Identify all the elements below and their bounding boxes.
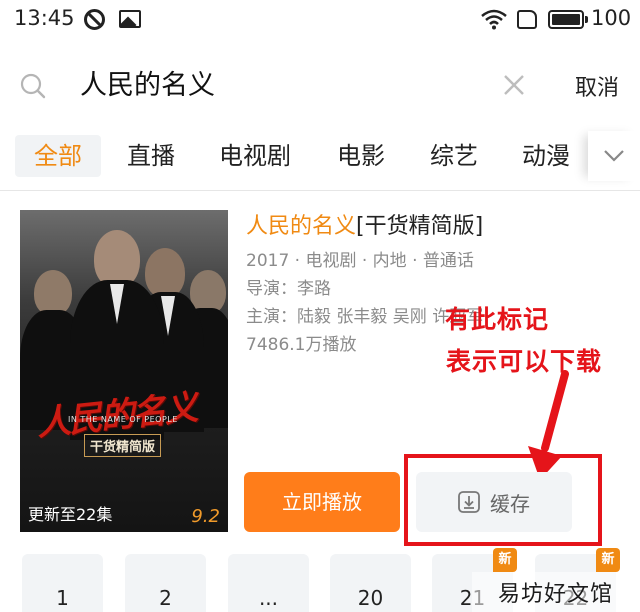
search-input[interactable]	[80, 67, 460, 98]
episode-button[interactable]: 2	[125, 554, 206, 612]
rating-score: 9.2	[191, 506, 220, 527]
search-icon	[20, 73, 46, 99]
episode-label: ...	[258, 586, 279, 610]
new-badge: 新	[596, 548, 620, 572]
sim-card-icon	[517, 10, 537, 29]
wifi-icon	[481, 9, 507, 30]
show-title[interactable]: 人民的名义	[246, 214, 356, 239]
episode-label: 2	[159, 586, 172, 610]
update-status: 更新至22集	[28, 505, 113, 524]
tab-anime[interactable]: 动漫	[522, 135, 570, 177]
poster-subtitle: 干货精简版	[84, 434, 162, 457]
divider	[0, 190, 640, 191]
tab-all[interactable]: 全部	[15, 135, 101, 177]
clear-search-icon[interactable]	[500, 71, 528, 99]
category-tabs: 全部 直播 电视剧 电影 综艺 动漫	[0, 125, 640, 185]
episode-more-button[interactable]: ...	[228, 554, 309, 612]
poster-image[interactable]: 人民的名义 IN THE NAME OF PEOPLE 干货精简版 更新至22集…	[20, 210, 228, 532]
search-bar: 取消	[0, 55, 640, 115]
annotation-line1: 有此标记	[445, 305, 550, 334]
battery-icon	[548, 10, 588, 29]
episode-label: 20	[357, 586, 384, 610]
chevron-down-icon	[604, 150, 624, 162]
image-notification-icon	[119, 10, 141, 28]
result-title[interactable]: 人民的名义[干货精简版]	[246, 208, 483, 240]
episode-label: 1	[56, 586, 69, 610]
episode-button[interactable]: 20	[330, 554, 411, 612]
director-info: 导演：李路	[246, 279, 331, 299]
meta-info: 2017 · 电视剧 · 内地 · 普通话	[246, 251, 474, 271]
expand-tabs-button[interactable]	[588, 131, 640, 181]
new-badge: 新	[493, 548, 517, 572]
play-now-button[interactable]: 立即播放	[244, 472, 400, 532]
do-not-disturb-icon	[84, 9, 105, 30]
version-tag: [干货精简版]	[356, 214, 484, 239]
episode-button[interactable]: 1	[22, 554, 103, 612]
poster-english-title: IN THE NAME OF PEOPLE	[68, 415, 178, 424]
annotation-highlight-box	[404, 454, 602, 546]
watermark-text: 易坊好文馆	[498, 582, 614, 607]
watermark: 易坊好文馆	[472, 572, 640, 612]
cancel-button[interactable]: 取消	[575, 70, 619, 102]
clock: 13:45	[14, 6, 75, 30]
battery-percent: 100	[591, 6, 632, 30]
tab-movie[interactable]: 电影	[337, 135, 385, 177]
tab-variety[interactable]: 综艺	[430, 135, 478, 177]
tab-live[interactable]: 直播	[127, 135, 175, 177]
tab-tv-series[interactable]: 电视剧	[219, 135, 291, 177]
play-count: 7486.1万播放	[246, 335, 357, 355]
status-bar: 13:45 100	[0, 0, 640, 40]
